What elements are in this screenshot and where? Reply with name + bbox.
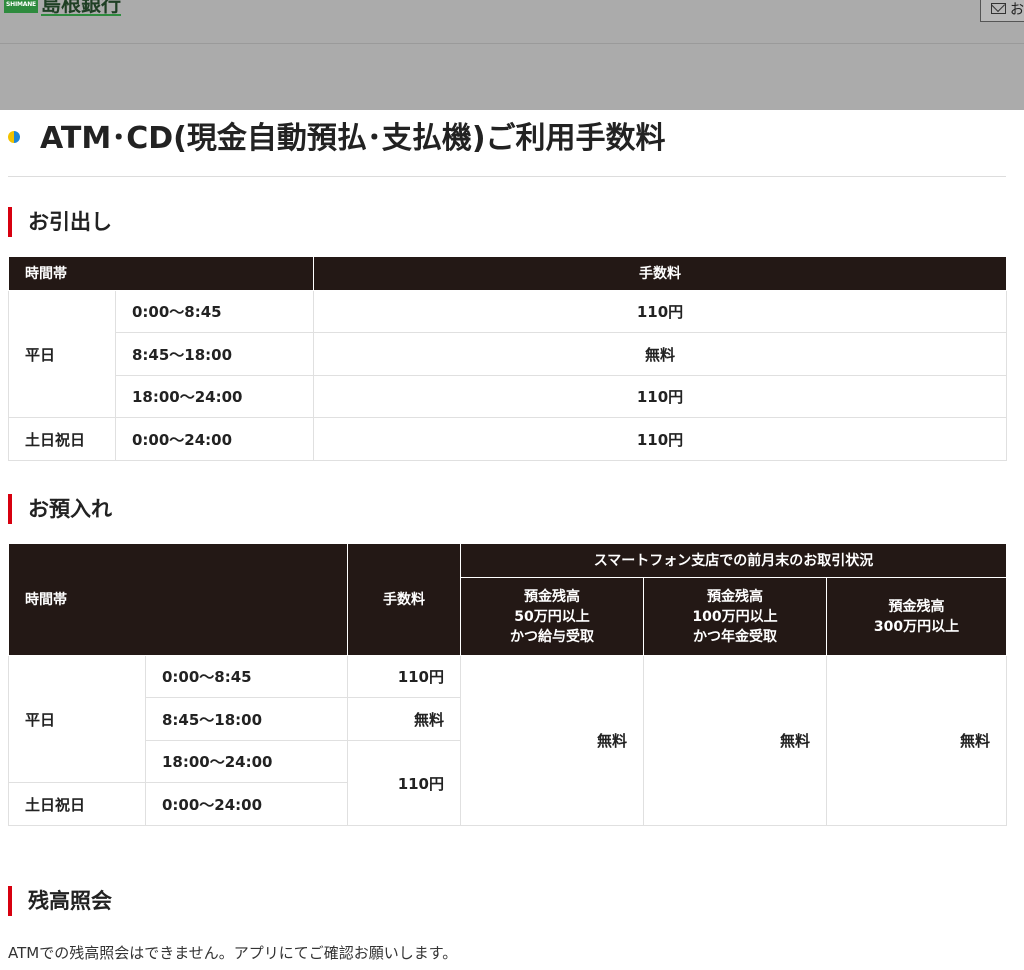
tier2-line2: 100万円以上 [692, 608, 778, 625]
col-time-header: 時間帯 [8, 256, 314, 291]
tier1-line1: 預金残高 [524, 588, 580, 605]
contact-label: お [1010, 1, 1024, 18]
tier2-line1: 預金残高 [707, 588, 763, 605]
day-cell: 平日 [8, 290, 116, 418]
col-fee-header: 手数料 [347, 543, 461, 656]
fee-cell: 110円 [313, 417, 1007, 461]
title-dot-icon [8, 131, 20, 143]
table-row: 平日 0:00～8:45 110円 [8, 290, 1007, 418]
withdrawal-heading: お引出し [8, 207, 112, 237]
day-cell: 平日 [8, 655, 146, 783]
fee-cell: 110円 [313, 375, 1007, 418]
tier2-fee-cell: 無料 [643, 655, 827, 826]
fee-cell: 110円 [313, 290, 1007, 333]
deposit-table: 時間帯 手数料 スマートフォン支店での前月末のお取引状況 預金残高 50万円以上… [8, 543, 1007, 826]
fee-cell: 無料 [313, 332, 1007, 376]
page-title-block: ATM･CD(現金自動預払･支払機)ご利用手数料 [8, 118, 1006, 177]
col-tier1-header: 預金残高 50万円以上 かつ給与受取 [460, 577, 644, 656]
table-row: 18:00～24:00 110円 [9, 375, 1007, 418]
logo-text: 島根銀行 [41, 0, 121, 16]
day-cell: 土日祝日 [8, 417, 116, 461]
tier1-line3: かつ給与受取 [510, 628, 594, 645]
table-row: 8:45～18:00 無料 [9, 332, 1007, 376]
page-title: ATM･CD(現金自動預払･支払機)ご利用手数料 [40, 121, 666, 156]
col-tier2-header: 預金残高 100万円以上 かつ年金受取 [643, 577, 827, 656]
table-row: 土日祝日 0:00～24:00 110円 [8, 417, 1007, 461]
logo-mark: SHIMANE [4, 0, 38, 13]
time-cell: 8:45～18:00 [145, 697, 348, 741]
time-cell: 8:45～18:00 [115, 332, 314, 376]
col-status-header: スマートフォン支店での前月末のお取引状況 [460, 543, 1007, 578]
time-cell: 18:00～24:00 [145, 740, 348, 783]
time-cell: 0:00～24:00 [145, 782, 348, 826]
col-tier3-header: 預金残高 300万円以上 [826, 577, 1007, 656]
mail-icon [991, 3, 1006, 14]
fee-cell: 無料 [347, 697, 461, 741]
table-header-row: 時間帯 手数料 [8, 256, 1007, 291]
contact-button[interactable]: お [980, 0, 1024, 22]
balance-heading: 残高照会 [8, 886, 112, 916]
table-header-row: 時間帯 手数料 スマートフォン支店での前月末のお取引状況 [8, 543, 1007, 656]
site-header: SHIMANE 島根銀行 お [0, 0, 1024, 110]
tier1-line2: 50万円以上 [514, 608, 590, 625]
table-row: 平日 0:00～8:45 110円 無料 無料 無料 [8, 655, 1007, 826]
tier3-line1: 預金残高 [888, 598, 945, 615]
day-cell: 土日祝日 [8, 782, 146, 826]
tier3-line2: 300万円以上 [873, 618, 960, 635]
time-cell: 0:00～8:45 [145, 655, 348, 698]
col-fee-header: 手数料 [313, 256, 1007, 291]
withdrawal-table: 時間帯 手数料 平日 0:00～8:45 110円 8:45～18:00 無料 … [8, 256, 1007, 461]
tier1-fee-cell: 無料 [460, 655, 644, 826]
fee-cell: 110円 [347, 740, 461, 826]
time-cell: 0:00～8:45 [115, 290, 314, 333]
balance-note: ATMでの残高照会はできません。アプリにてご確認お願いします。 [8, 944, 458, 962]
time-cell: 0:00～24:00 [115, 417, 314, 461]
header-top-bar: SHIMANE 島根銀行 お [0, 0, 1024, 44]
tier3-fee-cell: 無料 [826, 655, 1007, 826]
deposit-heading: お預入れ [8, 494, 112, 524]
fee-cell: 110円 [347, 655, 461, 698]
bank-logo[interactable]: SHIMANE 島根銀行 [4, 0, 121, 16]
time-cell: 18:00～24:00 [115, 375, 314, 418]
tier2-line3: かつ年金受取 [693, 628, 777, 645]
col-time-header: 時間帯 [8, 543, 348, 656]
